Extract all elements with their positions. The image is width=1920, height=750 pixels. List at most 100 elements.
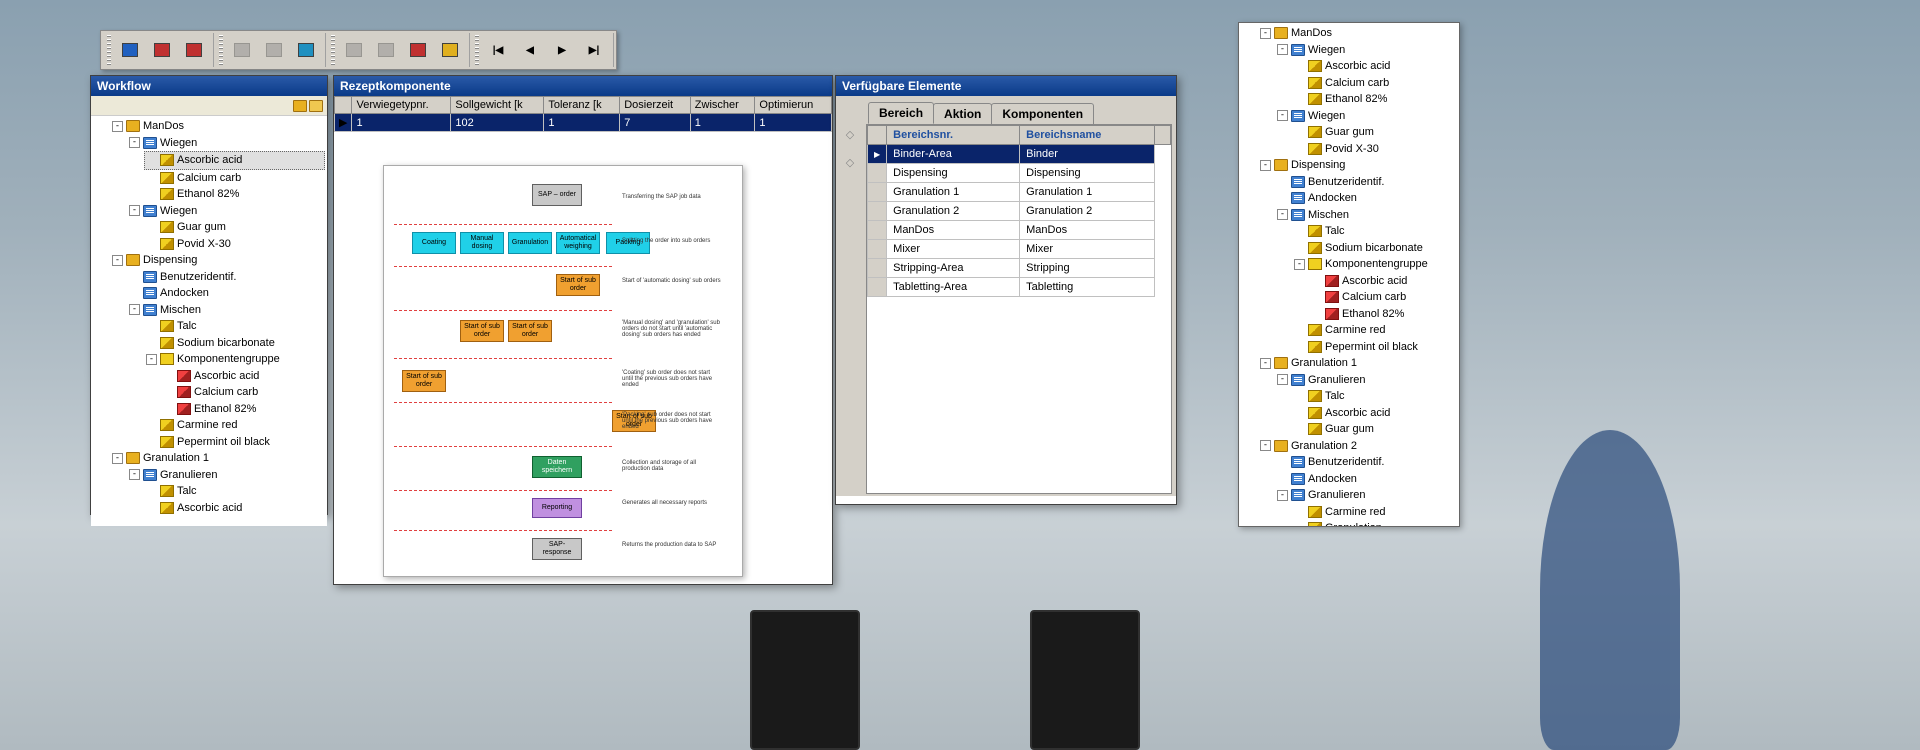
move-left-icon[interactable]: ◇ (842, 126, 858, 142)
table-row[interactable]: MixerMixer (868, 240, 1171, 259)
tree-item[interactable]: Talc (1292, 388, 1457, 405)
column-header[interactable]: Optimierun (755, 97, 832, 114)
tree-item[interactable]: Ethanol 82% (161, 401, 325, 418)
nav-last-icon[interactable]: ▶| (579, 35, 609, 65)
tree-item[interactable]: Benutzeridentif. (1275, 454, 1457, 471)
tree-item[interactable]: Povid X-30 (144, 236, 325, 253)
expand-toggle[interactable]: - (129, 469, 140, 480)
tree-item[interactable]: Guar gum (1292, 421, 1457, 438)
tree-item[interactable]: Talc (1292, 223, 1457, 240)
tree-item[interactable]: Guar gum (1292, 124, 1457, 141)
tree-item[interactable]: Andocken (1275, 190, 1457, 207)
tree-item[interactable]: Talc (144, 318, 325, 335)
tree-item[interactable]: Carmine red (1292, 504, 1457, 521)
tree-item[interactable]: Pepermint oil black (144, 434, 325, 451)
tree-item[interactable]: -Granulieren (1275, 372, 1457, 389)
table-row[interactable]: DispensingDispensing (868, 164, 1171, 183)
tree-item[interactable]: -Wiegen (1275, 108, 1457, 125)
expand-toggle[interactable]: - (129, 137, 140, 148)
column-header[interactable]: Toleranz [k (544, 97, 620, 114)
expand-toggle[interactable]: - (1260, 28, 1271, 39)
tree-item[interactable]: Andocken (1275, 471, 1457, 488)
rezept-grid[interactable]: Verwiegetypnr.Sollgewicht [kToleranz [kD… (334, 96, 832, 132)
column-header[interactable]: Verwiegetypnr. (352, 97, 451, 114)
column-header[interactable]: Dosierzeit (620, 97, 691, 114)
tree-item[interactable]: Ascorbic acid (144, 151, 325, 170)
tree-item[interactable]: Ascorbic acid (144, 500, 325, 517)
tree-item[interactable]: Sodium bicarbonate (144, 335, 325, 352)
expand-toggle[interactable]: - (1277, 490, 1288, 501)
tree-item[interactable]: -Granulieren (1275, 487, 1457, 504)
warning-icon[interactable] (435, 35, 465, 65)
tree-item[interactable]: Granulation (1292, 520, 1457, 527)
tab-komponenten[interactable]: Komponenten (991, 103, 1094, 124)
expand-toggle[interactable]: - (1260, 440, 1271, 451)
tree-item[interactable]: -Wiegen (127, 135, 325, 152)
tree-item[interactable]: Talc (144, 483, 325, 500)
tree-item[interactable]: Carmine red (1292, 322, 1457, 339)
expand-toggle[interactable]: - (146, 354, 157, 365)
expand-toggle[interactable]: - (112, 255, 123, 266)
tree-item[interactable]: Pepermint oil black (1292, 339, 1457, 356)
tree-item[interactable]: Calcium carb (144, 170, 325, 187)
nav-prev-icon[interactable]: ◀ (515, 35, 545, 65)
tree-item[interactable]: Calcium carb (1292, 75, 1457, 92)
workflow-tree[interactable]: -ManDos-WiegenAscorbic acidCalcium carbE… (91, 116, 327, 518)
expand-toggle[interactable]: - (1294, 259, 1305, 270)
list-icon[interactable] (291, 35, 321, 65)
expand-toggle[interactable]: - (1277, 44, 1288, 55)
tree-item[interactable]: -Granulation 2 (1258, 438, 1457, 455)
column-header[interactable]: Zwischer (690, 97, 755, 114)
edit-record-icon[interactable] (179, 35, 209, 65)
folder-closed-icon[interactable] (293, 100, 307, 112)
tree-item[interactable]: -ManDos (1258, 25, 1457, 42)
column-header[interactable]: Sollgewicht [k (451, 97, 544, 114)
tree-item[interactable]: -Mischen (127, 302, 325, 319)
folder-open-icon[interactable] (147, 35, 177, 65)
column-header[interactable]: Bereichsname (1020, 126, 1155, 145)
tree-item[interactable]: -ManDos (110, 118, 325, 135)
tree-item[interactable]: -Mischen (1275, 207, 1457, 224)
tree-item[interactable]: Ascorbic acid (161, 368, 325, 385)
tree-item[interactable]: Ethanol 82% (1292, 91, 1457, 108)
tree-item[interactable]: -Granulation 1 (110, 450, 325, 467)
tree-item[interactable]: -Granulieren (127, 467, 325, 484)
table-row[interactable]: Granulation 1Granulation 1 (868, 183, 1171, 202)
expand-toggle[interactable]: - (112, 121, 123, 132)
column-header[interactable]: Bereichsnr. (887, 126, 1020, 145)
table-row[interactable]: Stripping-AreaStripping (868, 259, 1171, 278)
tree-item[interactable]: Ethanol 82% (144, 186, 325, 203)
table-row[interactable]: Tabletting-AreaTabletting (868, 278, 1171, 297)
expand-toggle[interactable]: - (1277, 374, 1288, 385)
tab-aktion[interactable]: Aktion (933, 103, 992, 124)
tree-item[interactable]: Benutzeridentif. (127, 269, 325, 286)
verfuegbar-grid[interactable]: Bereichsnr.BereichsnameBinder-AreaBinder… (867, 125, 1171, 297)
right-tree[interactable]: -ManDos-WiegenAscorbic acidCalcium carbE… (1239, 23, 1459, 527)
tree-item[interactable]: -Wiegen (127, 203, 325, 220)
tree-item[interactable]: Ascorbic acid (1292, 405, 1457, 422)
tree-item[interactable]: -Dispensing (1258, 157, 1457, 174)
tree-item[interactable]: Sodium bicarbonate (1292, 240, 1457, 257)
tree-item[interactable]: -Granulation 1 (1258, 355, 1457, 372)
expand-toggle[interactable]: - (129, 205, 140, 216)
tree-item[interactable]: Andocken (127, 285, 325, 302)
tree-item[interactable]: -Komponentengruppe (144, 351, 325, 368)
table-row[interactable]: ▶11021711 (335, 114, 832, 132)
tree-item[interactable]: -Komponentengruppe (1292, 256, 1457, 273)
tree-item[interactable]: Ethanol 82% (1309, 306, 1457, 323)
expand-toggle[interactable]: - (112, 453, 123, 464)
tree-item[interactable]: Guar gum (144, 219, 325, 236)
expand-toggle[interactable]: - (1277, 209, 1288, 220)
expand-toggle[interactable]: - (1260, 358, 1271, 369)
tree-item[interactable]: Benutzeridentif. (1275, 174, 1457, 191)
nav-next-icon[interactable]: ▶ (547, 35, 577, 65)
tab-bereich[interactable]: Bereich (868, 102, 934, 124)
folder-open-icon[interactable] (309, 100, 323, 112)
tree-item[interactable]: Ascorbic acid (1309, 273, 1457, 290)
table-row[interactable]: Granulation 2Granulation 2 (868, 202, 1171, 221)
expand-toggle[interactable]: - (129, 304, 140, 315)
table-row[interactable]: ManDosManDos (868, 221, 1171, 240)
tree-item[interactable]: Carmine red (144, 417, 325, 434)
nav-first-icon[interactable]: |◀ (483, 35, 513, 65)
expand-toggle[interactable]: - (1260, 160, 1271, 171)
